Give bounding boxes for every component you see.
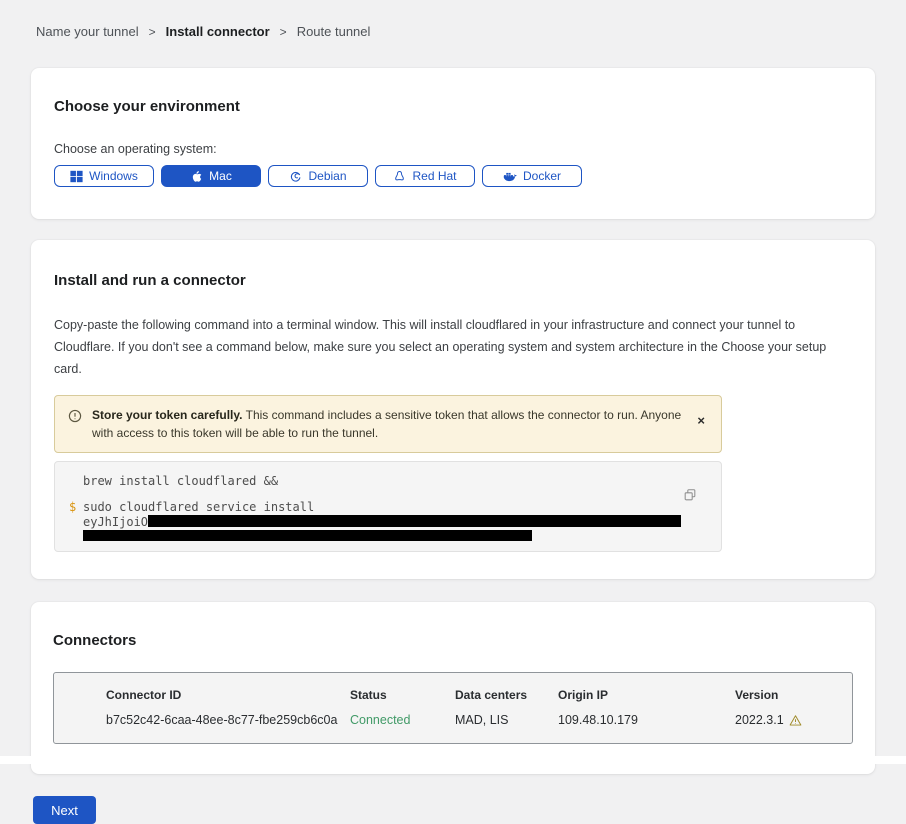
info-circle-icon [68,409,82,428]
breadcrumb-route-tunnel[interactable]: Route tunnel [297,24,371,39]
breadcrumb-name-your-tunnel[interactable]: Name your tunnel [36,24,139,39]
windows-icon [70,170,83,183]
redaction-bar [83,530,532,541]
code-text: brew install cloudflared && [83,474,278,489]
os-button-label: Mac [209,169,232,183]
connector-id-cell: b7c52c42-6caa-48ee-8c77-fbe259cb6c0a [106,713,350,727]
copy-icon [683,488,697,502]
col-header-origin-ip: Origin IP [558,688,735,702]
connector-data-centers-cell: MAD, LIS [455,713,558,727]
environment-card: Choose your environment Choose an operat… [31,68,875,219]
alert-title: Store your token carefully. [92,408,243,422]
os-button-redhat[interactable]: Red Hat [375,165,475,187]
copy-command-button[interactable] [683,488,697,505]
docker-whale-icon [503,170,517,183]
col-header-status: Status [350,688,455,702]
apple-icon [190,170,203,183]
code-line-3: eyJhIjoiO [69,515,681,530]
redhat-icon [393,170,406,183]
os-select-label: Choose an operating system: [54,142,852,156]
prompt-spacer [69,515,83,530]
connector-status-cell: Connected [350,713,455,727]
version-text: 2022.3.1 [735,713,784,727]
col-header-version: Version [735,688,852,702]
prompt-spacer [69,474,83,489]
token-prefix: eyJhIjoiO [83,515,148,530]
connector-origin-ip-cell: 109.48.10.179 [558,713,735,727]
os-button-docker[interactable]: Docker [482,165,582,187]
os-button-mac[interactable]: Mac [161,165,261,187]
version-warning-icon [789,714,802,727]
breadcrumb-separator: > [280,25,287,39]
os-button-label: Debian [308,169,346,183]
install-description: Copy-paste the following command into a … [54,314,852,380]
redaction-bar [148,515,681,527]
connectors-table-header: Connector ID Status Data centers Origin … [106,688,852,702]
col-header-connector-id: Connector ID [106,688,350,702]
environment-card-title: Choose your environment [54,98,852,115]
os-button-windows[interactable]: Windows [54,165,154,187]
install-command-codeblock[interactable]: brew install cloudflared && $ sudo cloud… [54,461,722,552]
connectors-table: Connector ID Status Data centers Origin … [53,672,853,744]
code-line-1: brew install cloudflared && [69,474,681,489]
connectors-card-title: Connectors [53,632,853,649]
shell-prompt: $ [69,500,83,515]
breadcrumb-separator: > [149,25,156,39]
alert-text: Store your token carefully. This command… [92,406,683,442]
next-button[interactable]: Next [33,796,96,824]
bottom-strip [0,756,906,764]
connector-version-cell: 2022.3.1 [735,713,852,727]
connectors-card: Connectors Connector ID Status Data cent… [31,602,875,774]
col-header-data-centers: Data centers [455,688,558,702]
connector-table-row: b7c52c42-6caa-48ee-8c77-fbe259cb6c0a Con… [106,713,852,727]
os-button-label: Docker [523,169,561,183]
code-text: sudo cloudflared service install [83,500,314,515]
os-button-debian[interactable]: Debian [268,165,368,187]
alert-close-button[interactable]: × [693,412,709,429]
install-connector-card: Install and run a connector Copy-paste t… [31,240,875,579]
debian-swirl-icon [289,170,302,183]
os-button-label: Red Hat [412,169,456,183]
code-line-2: $ sudo cloudflared service install [69,500,681,515]
install-card-title: Install and run a connector [54,272,852,289]
os-button-group: Windows Mac Debian [54,165,852,187]
os-button-label: Windows [89,169,138,183]
token-warning-alert: Store your token carefully. This command… [54,395,722,453]
breadcrumb: Name your tunnel > Install connector > R… [36,24,906,39]
breadcrumb-install-connector[interactable]: Install connector [166,24,270,39]
